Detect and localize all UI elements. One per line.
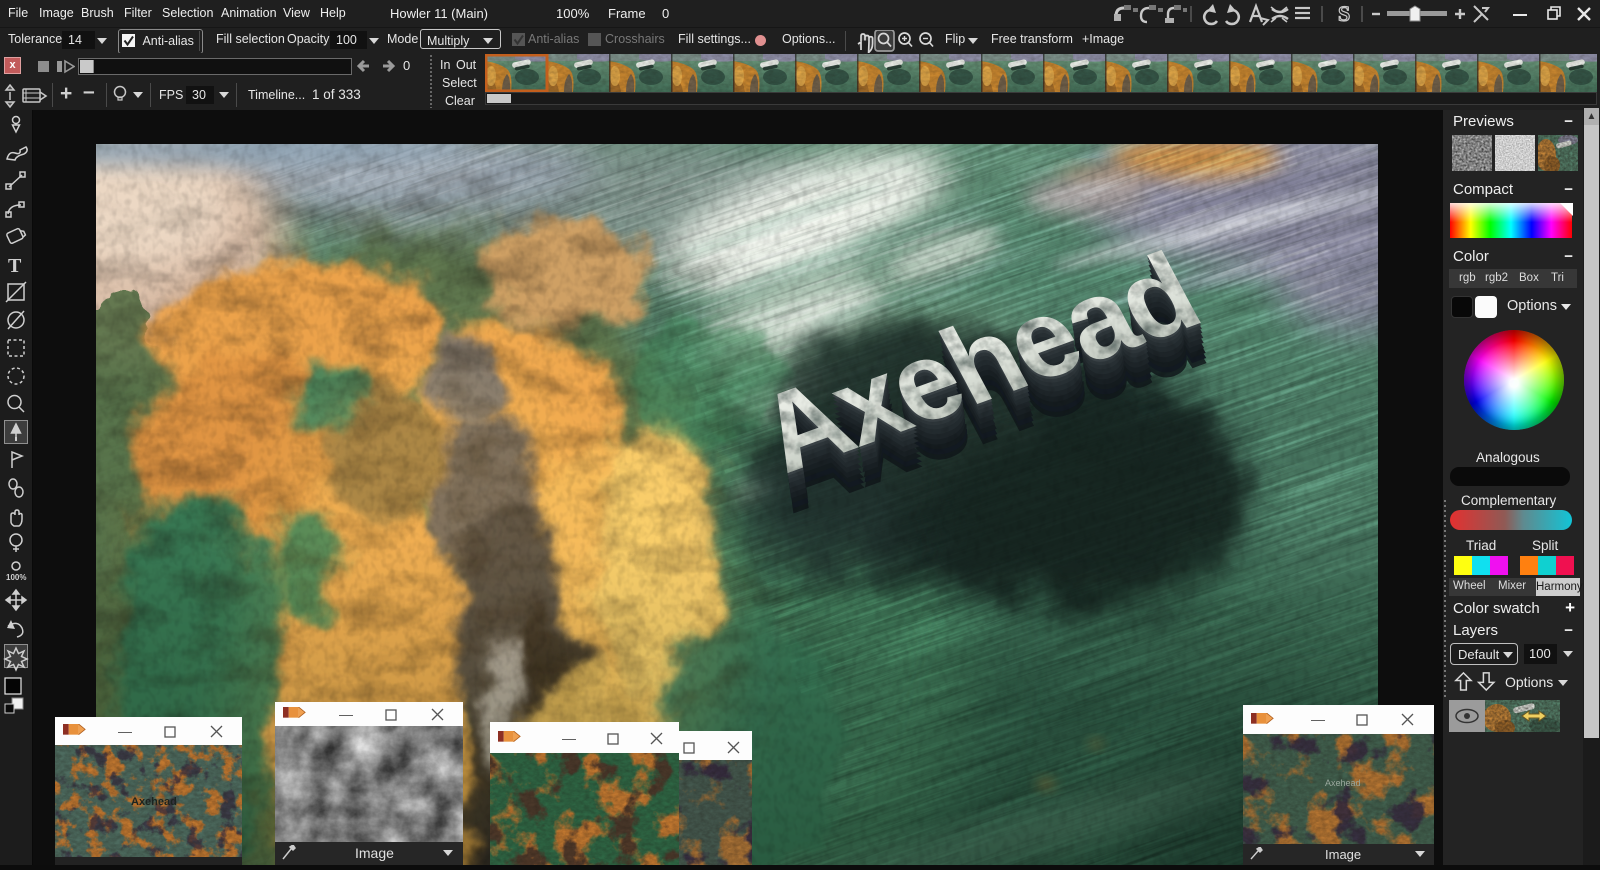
svg-text:Axehead: Axehead [1325,778,1361,788]
svg-text:Axehead: Axehead [131,796,177,808]
svg-text:T: T [8,255,22,277]
svg-text:100%: 100% [6,573,26,582]
svg-text:S: S [1338,2,1350,26]
